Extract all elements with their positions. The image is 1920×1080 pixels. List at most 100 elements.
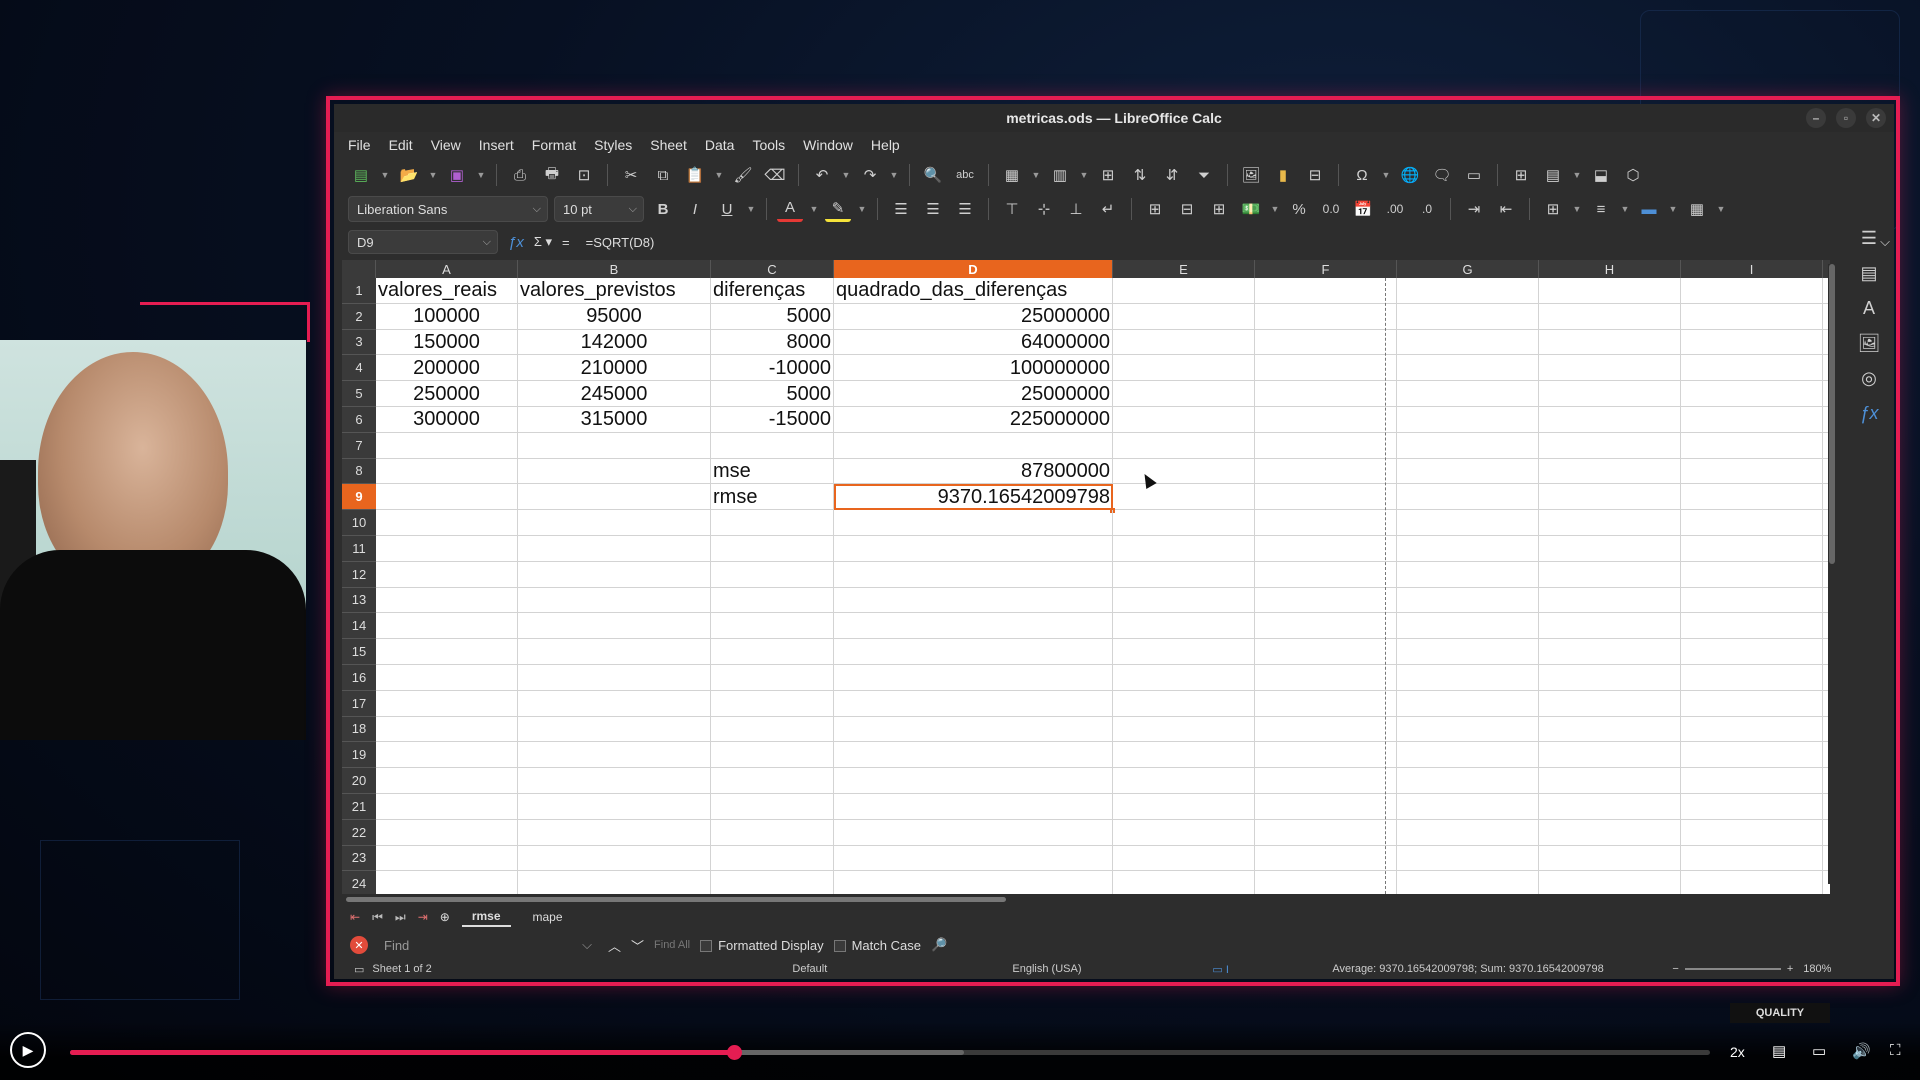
cell-i15[interactable] xyxy=(1681,639,1823,665)
find-previous-icon[interactable]: ︿ xyxy=(608,936,621,955)
cell-c5[interactable]: 5000 xyxy=(711,381,834,407)
cell-e16[interactable] xyxy=(1113,664,1255,691)
cell-g15[interactable] xyxy=(1397,639,1539,665)
cell-f4[interactable] xyxy=(1255,355,1397,382)
cell-c21[interactable] xyxy=(711,793,834,820)
row-header-8[interactable]: 8 xyxy=(342,459,376,485)
cell-e6[interactable] xyxy=(1113,406,1255,433)
row-header-11[interactable]: 11 xyxy=(342,536,376,562)
cell-b16[interactable] xyxy=(518,664,711,691)
cell-f20[interactable] xyxy=(1255,768,1397,794)
sum-icon[interactable]: Σ ▾ xyxy=(534,234,552,250)
cell-area[interactable]: valores_reais valores_previstos diferenças… xyxy=(376,278,1830,894)
cell-i19[interactable] xyxy=(1681,742,1823,769)
new-icon[interactable]: ▤ xyxy=(348,162,374,188)
quality-label[interactable]: QUALITY xyxy=(1730,1003,1830,1023)
cell-d5[interactable]: 25000000 xyxy=(834,381,1113,407)
cell-d6[interactable]: 225000000 xyxy=(834,406,1113,433)
cell-i10[interactable] xyxy=(1681,510,1823,536)
cell-b5[interactable]: 245000 xyxy=(518,381,711,407)
align-center-icon[interactable]: ☰ xyxy=(920,196,946,222)
cell-g7[interactable] xyxy=(1397,432,1539,459)
select-all-corner[interactable] xyxy=(342,260,376,278)
cell-d13[interactable] xyxy=(834,587,1113,614)
font-size-select[interactable]: 10 pt ⌵ xyxy=(554,196,644,222)
cell-c19[interactable] xyxy=(711,742,834,769)
cell-b21[interactable] xyxy=(518,793,711,820)
close-find-icon[interactable]: ✕ xyxy=(350,936,368,954)
cell-b10[interactable] xyxy=(518,510,711,536)
cell-c22[interactable] xyxy=(711,819,834,846)
row-header-5[interactable]: 5 xyxy=(342,381,376,407)
cell-h17[interactable] xyxy=(1539,690,1681,717)
row-header-10[interactable]: 10 xyxy=(342,510,376,536)
cell-b2[interactable]: 95000 xyxy=(518,303,711,330)
cell-f23[interactable] xyxy=(1255,845,1397,872)
cell-i4[interactable] xyxy=(1681,355,1823,382)
cell-e2[interactable] xyxy=(1113,303,1255,330)
cell-f1[interactable] xyxy=(1255,278,1397,304)
column-header-a[interactable]: A xyxy=(376,260,518,278)
cell-g18[interactable] xyxy=(1397,716,1539,743)
close-button[interactable]: ✕ xyxy=(1866,108,1886,128)
cell-a19[interactable] xyxy=(376,742,518,769)
cell-g16[interactable] xyxy=(1397,664,1539,691)
cell-f5[interactable] xyxy=(1255,381,1397,407)
align-middle-icon[interactable]: ⊹ xyxy=(1031,196,1057,222)
cell-c2[interactable]: 5000 xyxy=(711,303,834,330)
row-header-15[interactable]: 15 xyxy=(342,639,376,665)
cell-a13[interactable] xyxy=(376,587,518,614)
sheet-tab-rmse[interactable]: rmse xyxy=(461,907,511,927)
cell-i6[interactable] xyxy=(1681,406,1823,433)
cell-f17[interactable] xyxy=(1255,690,1397,717)
cell-h16[interactable] xyxy=(1539,664,1681,691)
column-header-i[interactable]: I xyxy=(1681,260,1823,278)
play-icon[interactable]: ▶ xyxy=(10,1032,46,1068)
zoom-slider[interactable] xyxy=(1684,968,1781,970)
print-preview-icon[interactable]: ⊡ xyxy=(571,162,597,188)
cell-a15[interactable] xyxy=(376,639,518,665)
image-icon[interactable]: 🖼 xyxy=(1238,162,1264,188)
header-footer-icon[interactable]: ▭ xyxy=(1461,162,1487,188)
cell-g4[interactable] xyxy=(1397,355,1539,382)
cell-b19[interactable] xyxy=(518,742,711,769)
cell-d7[interactable] xyxy=(834,432,1113,459)
borders-icon[interactable]: ⊞ xyxy=(1540,196,1566,222)
row-header-7[interactable]: 7 xyxy=(342,433,376,459)
cell-h13[interactable] xyxy=(1539,587,1681,614)
cell-e11[interactable] xyxy=(1113,535,1255,562)
cell-i2[interactable] xyxy=(1681,303,1823,330)
row-header-16[interactable]: 16 xyxy=(342,665,376,691)
cell-d21[interactable] xyxy=(834,793,1113,820)
cut-icon[interactable]: ✂ xyxy=(618,162,644,188)
cell-h14[interactable] xyxy=(1539,613,1681,640)
cell-g10[interactable] xyxy=(1397,510,1539,536)
column-header-f[interactable]: F xyxy=(1255,260,1397,278)
cell-c23[interactable] xyxy=(711,845,834,872)
cell-d9[interactable]: 9370.16542009798 xyxy=(834,484,1115,513)
cell-i23[interactable] xyxy=(1681,845,1823,872)
cell-i12[interactable] xyxy=(1681,561,1823,588)
cell-b7[interactable] xyxy=(518,432,711,459)
cell-b17[interactable] xyxy=(518,690,711,717)
align-left-icon[interactable]: ☰ xyxy=(888,196,914,222)
zoom-out-icon[interactable]: − xyxy=(1672,963,1678,975)
cell-e5[interactable] xyxy=(1113,381,1255,407)
cell-b23[interactable] xyxy=(518,845,711,872)
border-style-icon[interactable]: ≡ xyxy=(1588,196,1614,222)
cell-h2[interactable] xyxy=(1539,303,1681,330)
export-pdf-icon[interactable]: ⎙ xyxy=(507,162,533,188)
add-sheet-icon[interactable]: ⊕ xyxy=(440,910,450,924)
cell-e21[interactable] xyxy=(1113,793,1255,820)
chevron-down-icon[interactable]: ⌵ xyxy=(582,937,592,953)
spelling-icon[interactable]: abc xyxy=(952,162,978,188)
cell-a5[interactable]: 250000 xyxy=(376,381,518,407)
row-header-20[interactable]: 20 xyxy=(342,768,376,794)
cell-c12[interactable] xyxy=(711,561,834,588)
cell-h24[interactable] xyxy=(1539,871,1681,894)
vertical-scrollbar[interactable] xyxy=(1828,264,1836,884)
cell-h9[interactable] xyxy=(1539,484,1681,511)
redo-icon[interactable]: ↷ xyxy=(857,162,883,188)
clone-formatting-icon[interactable]: 🖌 xyxy=(730,162,756,188)
cell-a18[interactable] xyxy=(376,716,518,743)
